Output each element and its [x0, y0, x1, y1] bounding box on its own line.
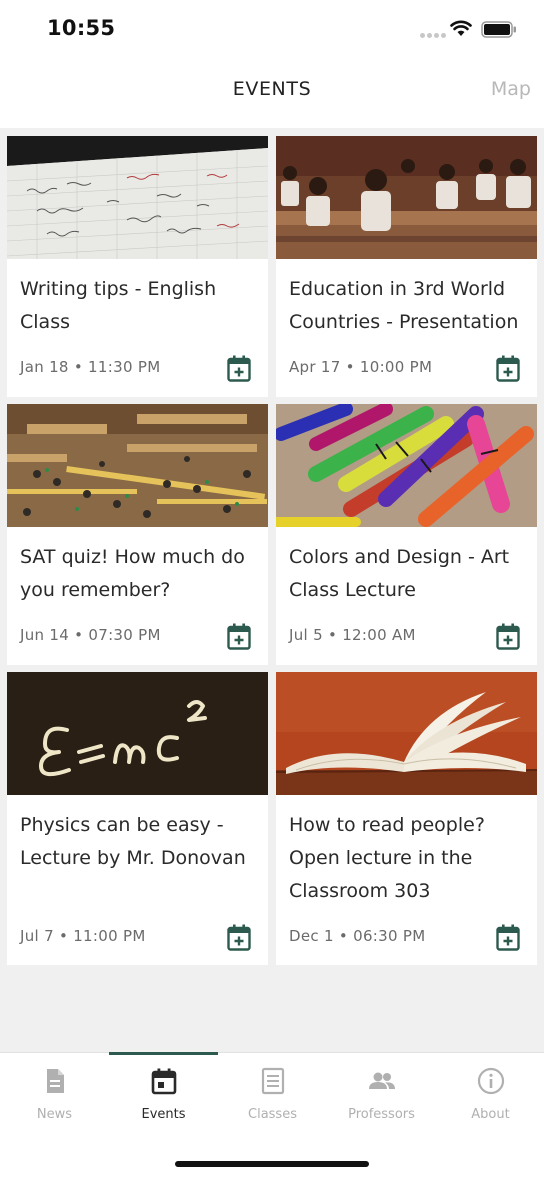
battery-icon [481, 21, 516, 38]
event-card[interactable]: Physics can be easy - Lecture by Mr. Don… [7, 672, 268, 965]
bottom-tab-bar: News Events Classes Professors About [0, 1052, 544, 1177]
event-image-chalkboard [7, 672, 268, 795]
map-button[interactable]: Map [491, 78, 531, 100]
event-image-notebook [7, 136, 268, 259]
event-title: SAT quiz! How much do you remember? [20, 546, 245, 601]
home-indicator [175, 1161, 369, 1167]
event-image-classroom [276, 136, 537, 259]
tab-label: Events [141, 1107, 186, 1122]
tab-classes[interactable]: Classes [218, 1053, 327, 1133]
tab-professors[interactable]: Professors [327, 1053, 436, 1133]
wifi-icon [450, 20, 472, 36]
add-to-calendar-icon[interactable] [227, 623, 251, 650]
event-title: How to read people? Open lecture in the … [289, 814, 485, 902]
event-title: Writing tips - English Class [20, 278, 217, 333]
status-bar: 10:55 [0, 0, 544, 60]
document-icon [47, 1069, 64, 1093]
event-image-crayons [276, 404, 537, 527]
add-to-calendar-icon[interactable] [496, 623, 520, 650]
tab-label: Professors [348, 1107, 415, 1122]
event-card[interactable]: Education in 3rd World Countries - Prese… [276, 136, 537, 397]
tab-label: Classes [248, 1107, 297, 1122]
event-date: Jul 5 • 12:00 AM [289, 626, 416, 644]
event-date: Apr 17 • 10:00 PM [289, 358, 433, 376]
event-card[interactable]: SAT quiz! How much do you remember? Jun … [7, 404, 268, 665]
event-image-open-book [276, 672, 537, 795]
add-to-calendar-icon[interactable] [227, 355, 251, 382]
page-title: EVENTS [232, 78, 312, 100]
event-card[interactable]: Colors and Design - Art Class Lecture Ju… [276, 404, 537, 665]
event-image-library [7, 404, 268, 527]
tab-news[interactable]: News [0, 1053, 109, 1133]
tab-about[interactable]: About [436, 1053, 544, 1133]
tab-label: About [471, 1107, 510, 1122]
tab-events[interactable]: Events [109, 1052, 218, 1133]
calendar-icon [151, 1068, 177, 1095]
event-title: Education in 3rd World Countries - Prese… [289, 278, 519, 333]
add-to-calendar-icon[interactable] [496, 924, 520, 951]
event-card[interactable]: How to read people? Open lecture in the … [276, 672, 537, 965]
add-to-calendar-icon[interactable] [227, 924, 251, 951]
event-title: Colors and Design - Art Class Lecture [289, 546, 510, 601]
event-title: Physics can be easy - Lecture by Mr. Don… [20, 814, 246, 869]
event-date: Jun 14 • 07:30 PM [20, 626, 161, 644]
event-date: Jan 18 • 11:30 PM [20, 358, 161, 376]
event-card[interactable]: Writing tips - English Class Jan 18 • 11… [7, 136, 268, 397]
info-icon [477, 1067, 505, 1095]
people-icon [369, 1072, 395, 1089]
status-time: 10:55 [47, 16, 116, 40]
add-to-calendar-icon[interactable] [496, 355, 520, 382]
navigation-header: EVENTS Map [0, 60, 544, 128]
event-date: Dec 1 • 06:30 PM [289, 927, 426, 945]
event-date: Jul 7 • 11:00 PM [20, 927, 146, 945]
list-document-icon [261, 1067, 285, 1095]
signal-icon [420, 33, 446, 38]
tab-label: News [36, 1107, 73, 1122]
